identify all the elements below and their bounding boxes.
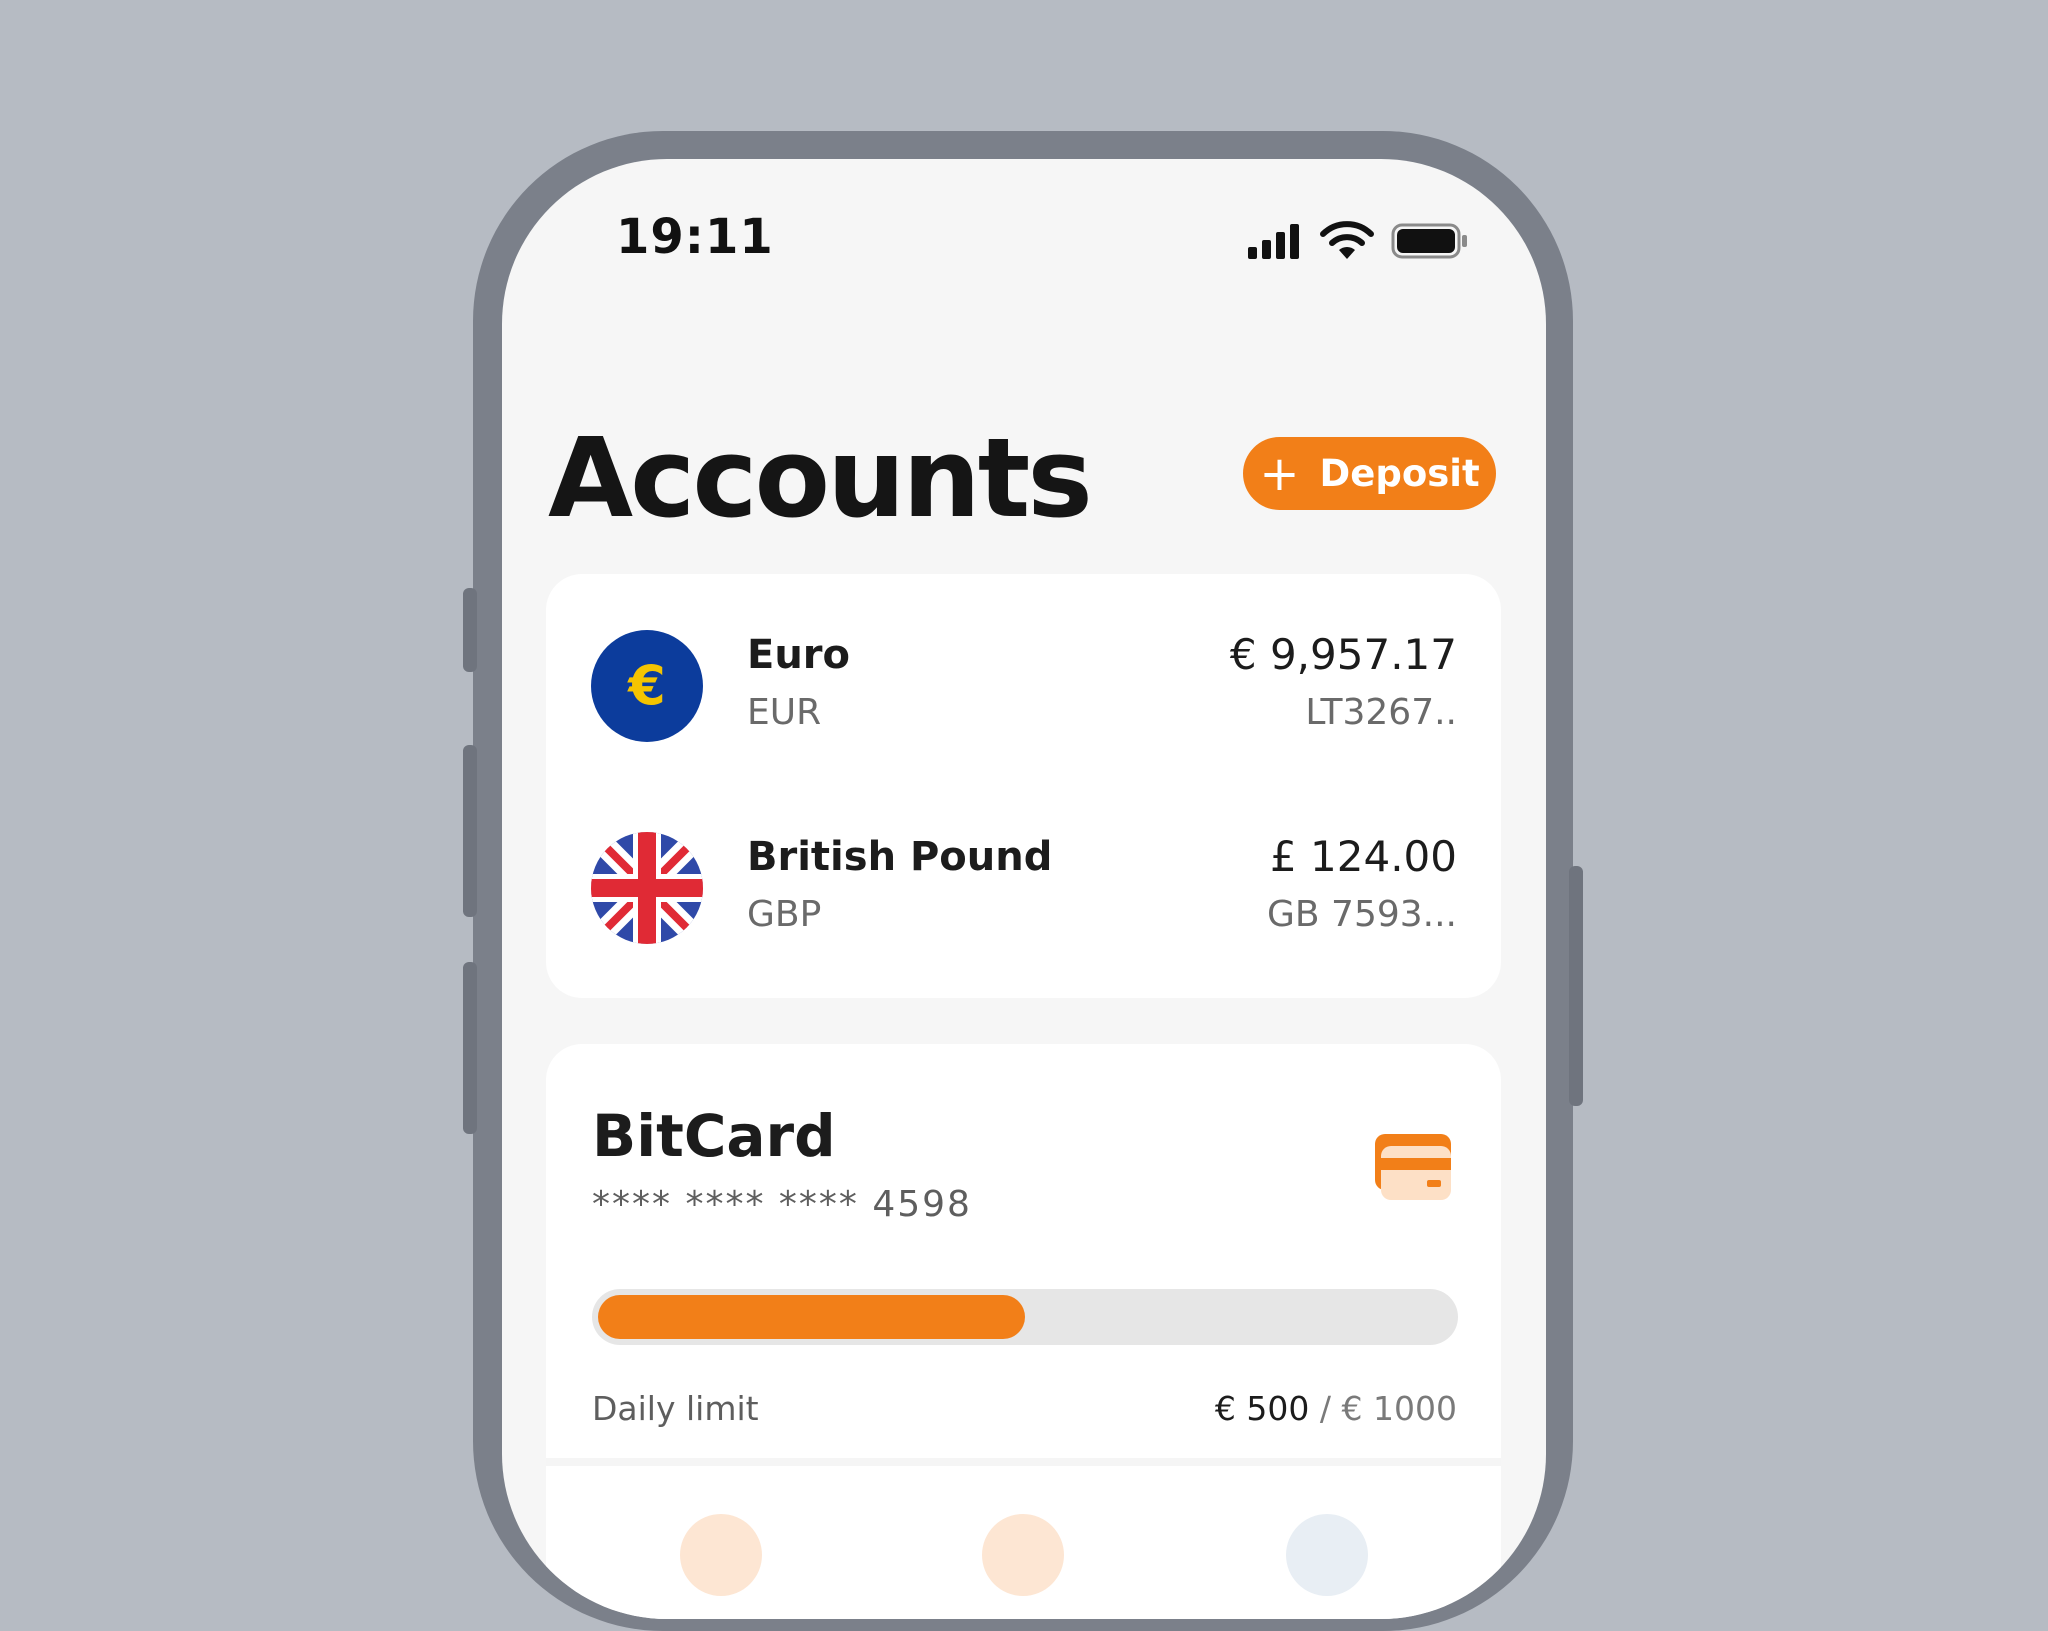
card-action-button[interactable] xyxy=(1286,1514,1368,1596)
bitcard-card[interactable]: BitCard **** **** **** 4598 Daily limit … xyxy=(546,1044,1501,1619)
account-iban: LT3267.. xyxy=(1305,692,1457,733)
wifi-icon xyxy=(1320,221,1374,259)
account-row-eur[interactable]: € Euro EUR € 9,957.17 LT3267.. xyxy=(546,574,1501,774)
phone-side-button xyxy=(463,588,477,672)
daily-limit-max: € 1000 xyxy=(1341,1389,1457,1428)
daily-limit-used: € 500 xyxy=(1214,1389,1310,1428)
daily-limit-progress-fill xyxy=(598,1295,1025,1339)
account-name: British Pound xyxy=(747,834,1053,880)
phone-screen: 19:11 Accounts + Deposit € Euro EUR € 9,… xyxy=(502,159,1546,1619)
account-balance: € 9,957.17 xyxy=(1229,630,1457,679)
card-divider xyxy=(546,1458,1501,1466)
card-action-button[interactable] xyxy=(680,1514,762,1596)
phone-power-button xyxy=(1569,866,1583,1106)
daily-limit-values: € 500 / € 1000 xyxy=(1215,1389,1457,1428)
card-masked-number: **** **** **** 4598 xyxy=(592,1184,972,1225)
account-name: Euro xyxy=(747,632,851,678)
deposit-button-label: Deposit xyxy=(1319,452,1480,495)
card-title: BitCard xyxy=(592,1102,836,1170)
deposit-button[interactable]: + Deposit xyxy=(1243,437,1496,510)
battery-icon xyxy=(1391,223,1467,259)
daily-limit-label: Daily limit xyxy=(592,1389,759,1428)
account-row-gbp[interactable]: British Pound GBP £ 124.00 GB 7593... xyxy=(546,774,1501,974)
status-time: 19:11 xyxy=(616,209,774,265)
daily-limit-progress-bar xyxy=(592,1289,1458,1345)
euro-flag-icon: € xyxy=(591,630,703,742)
phone-volume-down-button xyxy=(463,962,477,1134)
account-currency-code: EUR xyxy=(747,692,822,733)
account-currency-code: GBP xyxy=(747,894,822,935)
svg-text:€: € xyxy=(626,654,666,717)
account-balance: £ 124.00 xyxy=(1269,832,1457,881)
accounts-list-card: € Euro EUR € 9,957.17 LT3267.. British P… xyxy=(546,574,1501,998)
status-icons xyxy=(1248,221,1478,261)
credit-card-icon xyxy=(1375,1134,1451,1200)
daily-limit-separator: / xyxy=(1319,1389,1332,1428)
uk-flag-icon xyxy=(591,832,703,944)
phone-volume-up-button xyxy=(463,745,477,917)
account-iban: GB 7593... xyxy=(1267,894,1457,935)
plus-icon: + xyxy=(1259,445,1300,502)
page-title: Accounts xyxy=(548,414,1093,542)
cellular-signal-icon xyxy=(1248,224,1299,259)
card-action-button[interactable] xyxy=(982,1514,1064,1596)
